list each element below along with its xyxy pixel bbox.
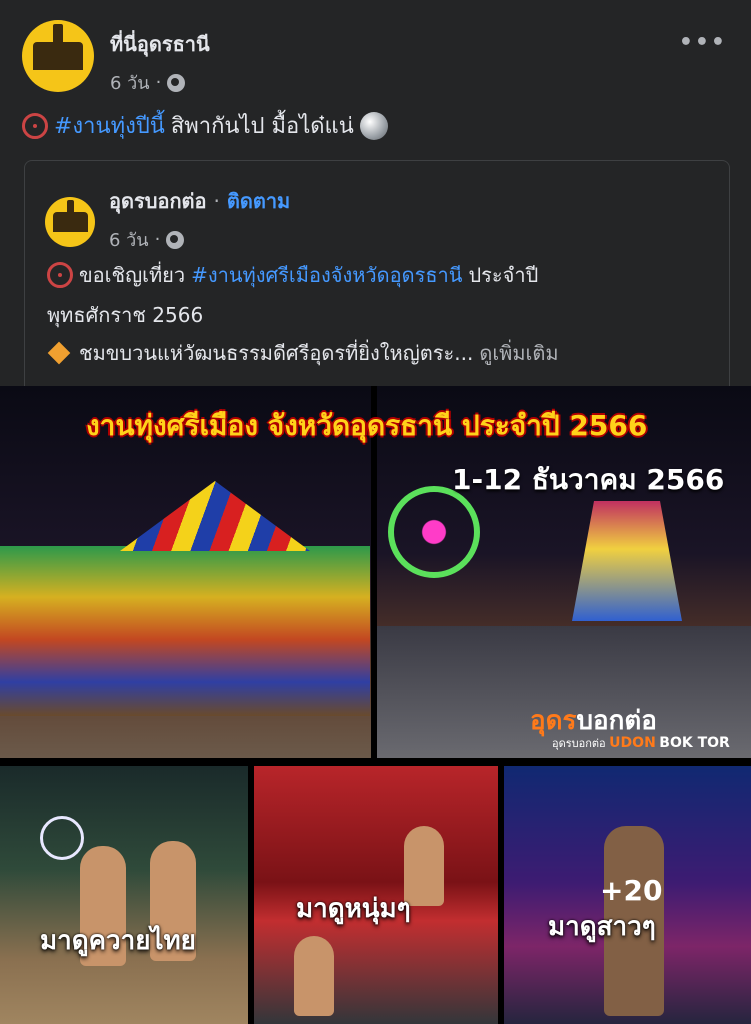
post-time[interactable]: 6 วัน [110,68,150,97]
more-photos-count[interactable]: +20 [600,874,662,907]
post-text: #งานทุ่งปีนี้ สิพากันไป มื้อได๋แน่ [22,108,388,143]
thumb-photo-guys[interactable]: มาดูหนุ่มๆ [254,766,498,1024]
ferris-wheel-icon [22,112,48,139]
follow-button[interactable]: ติดตาม [227,189,290,213]
thumb-label: มาดูหนุ่มๆ [296,894,411,924]
ferris-wheel-photo [40,816,84,860]
see-more-link[interactable]: ดูเพิ่มเติม [479,337,558,369]
brand-subline: อุดรบอกต่อ UDON BOK TOR [552,735,730,751]
banner-title: งานทุ่งศรีเมือง จังหวัดอุดรธานี ประจำปี … [86,409,648,442]
page-avatar[interactable] [22,20,94,92]
shared-meta: 6 วัน · [109,225,185,254]
shared-text-line-2: พุทธศักราช 2566 [47,303,204,327]
page-name-link[interactable]: ที่นี่อุดรธานี [110,28,210,60]
post-meta: 6 วัน · [110,68,186,97]
thumb-photo-girls[interactable]: +20 มาดูสาวๆ [504,766,751,1024]
globe-icon [166,230,185,249]
shared-page-line: อุดรบอกต่อ · ติดตาม [109,189,291,213]
post-body: สิพากันไป มื้อได๋แน่ [170,114,354,139]
thumb-label: มาดูควายไทย [40,926,196,956]
shared-time[interactable]: 6 วัน [109,225,149,254]
shared-hashtag[interactable]: #งานทุ่งศรีเมืองจังหวัดอุดรธานี [191,259,462,291]
globe-icon [167,73,186,92]
page-logo-icon [32,24,84,71]
banner-date: 1-12 ธันวาคม 2566 [452,463,725,496]
person-photo [294,936,334,1016]
thumb-label: มาดูสาวๆ [548,912,656,942]
shared-text-line-1: ขอเชิญเที่ยว #งานทุ่งศรีเมืองจังหวัดอุดร… [47,259,538,291]
ferris-wheel-icon [47,262,73,288]
media-grid: งานทุ่งศรีเมือง จังหวัดอุดรธานี ประจำปี … [0,386,751,1024]
thumb-photo-buffalo[interactable]: มาดูควายไทย [0,766,248,1024]
post-hashtag[interactable]: #งานทุ่งปีนี้ [54,108,165,143]
circus-tent [120,481,310,551]
ride-photo [572,501,682,621]
diamond-icon [47,341,71,365]
shared-post[interactable]: อุดรบอกต่อ · ติดตาม 6 วัน · ขอเชิญเที่ยว… [24,160,730,391]
carnival-ride [0,546,370,716]
shared-text-line-3: ชมขบวนแห่วัฒนธรรมดีศรีอุดรที่ยิ่งใหญ่ตระ… [47,337,559,369]
shared-page-name[interactable]: อุดรบอกต่อ [109,189,207,213]
post-header: ที่นี่อุดรธานี 6 วัน · ••• [22,20,731,94]
more-icon[interactable]: ••• [679,30,727,55]
shared-avatar[interactable] [45,197,95,247]
main-photo[interactable]: งานทุ่งศรีเมือง จังหวัดอุดรธานี ประจำปี … [0,386,751,758]
disco-ball-icon [359,111,388,140]
shared-logo-icon [52,200,88,232]
